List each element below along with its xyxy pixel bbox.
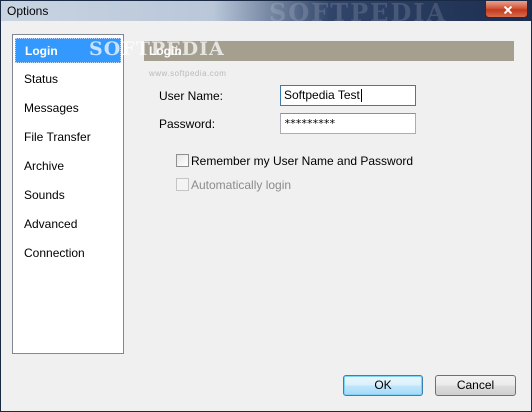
sidebar-item-advanced[interactable]: Advanced xyxy=(15,212,121,237)
sidebar-item-status[interactable]: Status xyxy=(15,67,121,92)
window-title: Options xyxy=(7,4,49,18)
username-value: Softpedia Test xyxy=(284,88,360,102)
options-dialog: Options SOFTPEDIA Login Status Messages … xyxy=(0,0,532,412)
watermark-url: www.softpedia.com xyxy=(149,69,227,78)
remember-checkbox[interactable] xyxy=(176,154,189,167)
watermark-logo: SOFTPEDIA xyxy=(89,38,225,60)
sidebar-item-archive[interactable]: Archive xyxy=(15,154,121,179)
cancel-button[interactable]: Cancel xyxy=(435,375,516,396)
sidebar-item-messages[interactable]: Messages xyxy=(15,96,121,121)
password-field[interactable]: ********* xyxy=(280,113,416,134)
sidebar-item-file-transfer[interactable]: File Transfer xyxy=(15,125,121,150)
options-category-list: Login Status Messages File Transfer Arch… xyxy=(12,34,124,354)
autologin-label: Automatically login xyxy=(191,178,292,192)
username-label: User Name: xyxy=(159,89,224,103)
ok-button[interactable]: OK xyxy=(343,375,423,396)
password-label: Password: xyxy=(159,117,216,131)
close-button[interactable] xyxy=(485,1,528,18)
sidebar-item-connection[interactable]: Connection xyxy=(15,241,121,266)
title-bar[interactable]: Options SOFTPEDIA xyxy=(1,0,531,27)
autologin-checkbox[interactable] xyxy=(176,178,189,191)
sidebar-item-sounds[interactable]: Sounds xyxy=(15,183,121,208)
text-caret xyxy=(360,89,362,103)
remember-label[interactable]: Remember my User Name and Password xyxy=(191,154,413,168)
username-field[interactable]: Softpedia Test xyxy=(280,85,416,106)
title-watermark: SOFTPEDIA xyxy=(269,0,448,27)
